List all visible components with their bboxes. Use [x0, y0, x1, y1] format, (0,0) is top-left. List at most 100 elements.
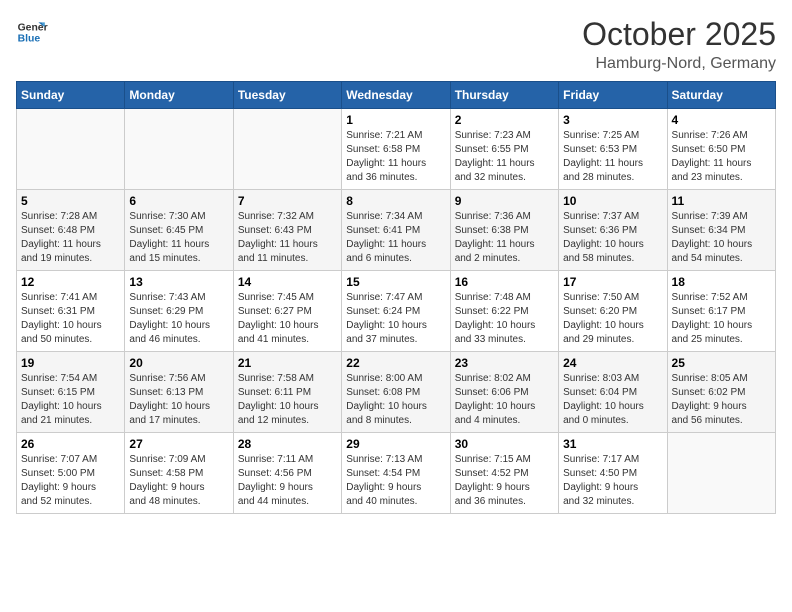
title-area: October 2025 Hamburg-Nord, Germany	[582, 16, 776, 73]
day-number: 13	[129, 275, 228, 289]
day-info: Sunrise: 7:58 AM Sunset: 6:11 PM Dayligh…	[238, 372, 337, 428]
day-number: 5	[21, 194, 120, 208]
day-header-tuesday: Tuesday	[233, 82, 341, 109]
calendar-cell: 5 Sunrise: 7:28 AM Sunset: 6:48 PM Daylig…	[17, 190, 125, 271]
week-row-2: 5 Sunrise: 7:28 AM Sunset: 6:48 PM Daylig…	[17, 190, 776, 271]
calendar-cell: 16 Sunrise: 7:48 AM Sunset: 6:22 PM Dayli…	[450, 271, 558, 352]
day-info: Sunrise: 7:36 AM Sunset: 6:38 PM Dayligh…	[455, 210, 554, 266]
day-header-sunday: Sunday	[17, 82, 125, 109]
day-info: Sunrise: 8:03 AM Sunset: 6:04 PM Dayligh…	[563, 372, 662, 428]
svg-text:Blue: Blue	[18, 34, 41, 45]
calendar-cell: 30 Sunrise: 7:15 AM Sunset: 4:52 PM Dayli…	[450, 433, 558, 514]
calendar-cell	[17, 109, 125, 190]
calendar-cell: 11 Sunrise: 7:39 AM Sunset: 6:34 PM Dayli…	[667, 190, 775, 271]
day-number: 10	[563, 194, 662, 208]
day-number: 24	[563, 356, 662, 370]
calendar-cell	[667, 433, 775, 514]
day-number: 27	[129, 437, 228, 451]
week-row-3: 12 Sunrise: 7:41 AM Sunset: 6:31 PM Dayli…	[17, 271, 776, 352]
day-number: 17	[563, 275, 662, 289]
day-number: 25	[672, 356, 771, 370]
day-number: 1	[346, 113, 445, 127]
day-number: 7	[238, 194, 337, 208]
calendar-cell: 25 Sunrise: 8:05 AM Sunset: 6:02 PM Dayli…	[667, 352, 775, 433]
day-number: 18	[672, 275, 771, 289]
calendar-cell: 10 Sunrise: 7:37 AM Sunset: 6:36 PM Dayli…	[559, 190, 667, 271]
logo: General Blue	[16, 16, 48, 48]
day-info: Sunrise: 7:15 AM Sunset: 4:52 PM Dayligh…	[455, 453, 554, 509]
day-info: Sunrise: 7:26 AM Sunset: 6:50 PM Dayligh…	[672, 129, 771, 185]
day-header-saturday: Saturday	[667, 82, 775, 109]
calendar-cell	[125, 109, 233, 190]
day-info: Sunrise: 7:50 AM Sunset: 6:20 PM Dayligh…	[563, 291, 662, 347]
week-row-1: 1 Sunrise: 7:21 AM Sunset: 6:58 PM Daylig…	[17, 109, 776, 190]
calendar-cell: 6Sunrise: 7:30 AM Sunset: 6:45 PM Daylig…	[125, 190, 233, 271]
day-number: 14	[238, 275, 337, 289]
day-info: Sunrise: 7:37 AM Sunset: 6:36 PM Dayligh…	[563, 210, 662, 266]
calendar-cell: 20 Sunrise: 7:56 AM Sunset: 6:13 PM Dayli…	[125, 352, 233, 433]
calendar-cell: 13Sunrise: 7:43 AM Sunset: 6:29 PM Dayli…	[125, 271, 233, 352]
day-number: 11	[672, 194, 771, 208]
day-info: Sunrise: 8:02 AM Sunset: 6:06 PM Dayligh…	[455, 372, 554, 428]
day-info: Sunrise: 7:48 AM Sunset: 6:22 PM Dayligh…	[455, 291, 554, 347]
day-number: 20	[129, 356, 228, 370]
calendar-cell	[233, 109, 341, 190]
calendar-cell: 29 Sunrise: 7:13 AM Sunset: 4:54 PM Dayli…	[342, 433, 450, 514]
day-info: Sunrise: 7:52 AM Sunset: 6:17 PM Dayligh…	[672, 291, 771, 347]
day-info: Sunrise: 7:45 AM Sunset: 6:27 PM Dayligh…	[238, 291, 337, 347]
logo-icon: General Blue	[16, 16, 48, 48]
day-number: 3	[563, 113, 662, 127]
calendar-cell: 7 Sunrise: 7:32 AM Sunset: 6:43 PM Daylig…	[233, 190, 341, 271]
calendar-cell: 27 Sunrise: 7:09 AM Sunset: 4:58 PM Dayli…	[125, 433, 233, 514]
day-info: Sunrise: 7:23 AM Sunset: 6:55 PM Dayligh…	[455, 129, 554, 185]
day-info: Sunrise: 7:54 AM Sunset: 6:15 PM Dayligh…	[21, 372, 120, 428]
calendar-cell: 2 Sunrise: 7:23 AM Sunset: 6:55 PM Daylig…	[450, 109, 558, 190]
calendar-cell: 31Sunrise: 7:17 AM Sunset: 4:50 PM Dayli…	[559, 433, 667, 514]
day-number: 21	[238, 356, 337, 370]
day-info: Sunrise: 7:34 AM Sunset: 6:41 PM Dayligh…	[346, 210, 445, 266]
calendar-cell: 17 Sunrise: 7:50 AM Sunset: 6:20 PM Dayli…	[559, 271, 667, 352]
day-info: Sunrise: 7:25 AM Sunset: 6:53 PM Dayligh…	[563, 129, 662, 185]
calendar-cell: 26Sunrise: 7:07 AM Sunset: 5:00 PM Dayli…	[17, 433, 125, 514]
calendar-cell: 14 Sunrise: 7:45 AM Sunset: 6:27 PM Dayli…	[233, 271, 341, 352]
calendar-cell: 1 Sunrise: 7:21 AM Sunset: 6:58 PM Daylig…	[342, 109, 450, 190]
header-row: SundayMondayTuesdayWednesdayThursdayFrid…	[17, 82, 776, 109]
calendar-cell: 15Sunrise: 7:47 AM Sunset: 6:24 PM Dayli…	[342, 271, 450, 352]
calendar-cell: 22 Sunrise: 8:00 AM Sunset: 6:08 PM Dayli…	[342, 352, 450, 433]
day-info: Sunrise: 7:13 AM Sunset: 4:54 PM Dayligh…	[346, 453, 445, 509]
day-number: 12	[21, 275, 120, 289]
day-info: Sunrise: 7:28 AM Sunset: 6:48 PM Dayligh…	[21, 210, 120, 266]
day-number: 16	[455, 275, 554, 289]
month-title: October 2025	[582, 16, 776, 53]
day-info: Sunrise: 8:00 AM Sunset: 6:08 PM Dayligh…	[346, 372, 445, 428]
day-number: 4	[672, 113, 771, 127]
day-info: Sunrise: 7:30 AM Sunset: 6:45 PM Dayligh…	[129, 210, 228, 266]
calendar-cell: 4 Sunrise: 7:26 AM Sunset: 6:50 PM Daylig…	[667, 109, 775, 190]
day-info: Sunrise: 7:21 AM Sunset: 6:58 PM Dayligh…	[346, 129, 445, 185]
location-title: Hamburg-Nord, Germany	[582, 55, 776, 73]
day-info: Sunrise: 8:05 AM Sunset: 6:02 PM Dayligh…	[672, 372, 771, 428]
day-info: Sunrise: 7:39 AM Sunset: 6:34 PM Dayligh…	[672, 210, 771, 266]
calendar-cell: 12 Sunrise: 7:41 AM Sunset: 6:31 PM Dayli…	[17, 271, 125, 352]
day-number: 30	[455, 437, 554, 451]
day-info: Sunrise: 7:09 AM Sunset: 4:58 PM Dayligh…	[129, 453, 228, 509]
header: General Blue October 2025 Hamburg-Nord, …	[16, 16, 776, 73]
day-number: 31	[563, 437, 662, 451]
calendar-cell: 28Sunrise: 7:11 AM Sunset: 4:56 PM Dayli…	[233, 433, 341, 514]
day-header-thursday: Thursday	[450, 82, 558, 109]
day-header-wednesday: Wednesday	[342, 82, 450, 109]
day-info: Sunrise: 7:56 AM Sunset: 6:13 PM Dayligh…	[129, 372, 228, 428]
day-number: 2	[455, 113, 554, 127]
day-number: 22	[346, 356, 445, 370]
day-number: 9	[455, 194, 554, 208]
day-info: Sunrise: 7:41 AM Sunset: 6:31 PM Dayligh…	[21, 291, 120, 347]
day-number: 8	[346, 194, 445, 208]
week-row-5: 26Sunrise: 7:07 AM Sunset: 5:00 PM Dayli…	[17, 433, 776, 514]
day-number: 23	[455, 356, 554, 370]
calendar-cell: 24 Sunrise: 8:03 AM Sunset: 6:04 PM Dayli…	[559, 352, 667, 433]
day-info: Sunrise: 7:32 AM Sunset: 6:43 PM Dayligh…	[238, 210, 337, 266]
day-number: 29	[346, 437, 445, 451]
calendar-cell: 8 Sunrise: 7:34 AM Sunset: 6:41 PM Daylig…	[342, 190, 450, 271]
day-info: Sunrise: 7:07 AM Sunset: 5:00 PM Dayligh…	[21, 453, 120, 509]
calendar-table: SundayMondayTuesdayWednesdayThursdayFrid…	[16, 81, 776, 514]
